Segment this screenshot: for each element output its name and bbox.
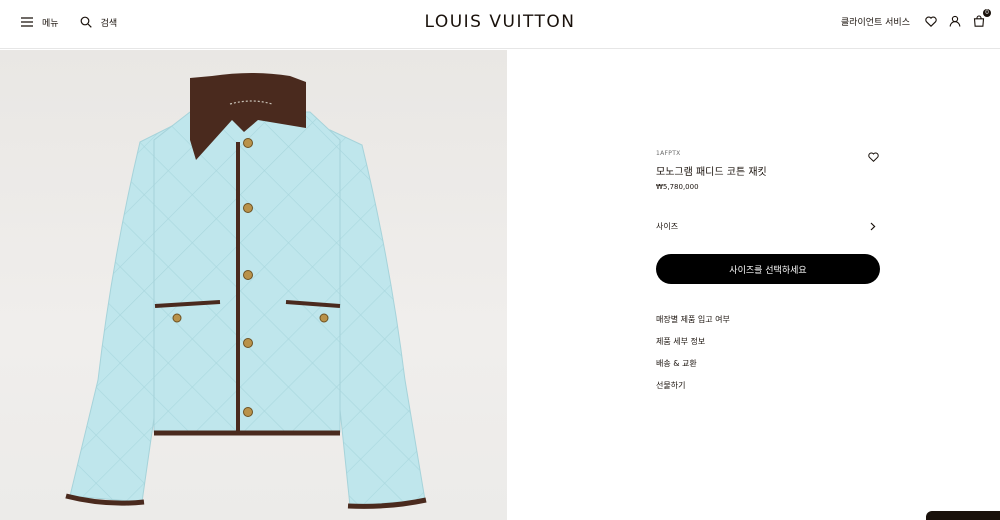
gift-link[interactable]: 선물하기 xyxy=(656,380,880,391)
jacket-illustration xyxy=(65,73,427,509)
product-details-link[interactable]: 제품 세부 정보 xyxy=(656,336,880,347)
wishlist-heart-icon[interactable] xyxy=(866,150,880,164)
heart-icon[interactable] xyxy=(924,14,938,28)
shipping-returns-link[interactable]: 배송 & 교환 xyxy=(656,358,880,369)
account-icon[interactable] xyxy=(948,14,962,28)
product-sku: 1AFPTX xyxy=(656,150,681,157)
select-size-button[interactable]: 사이즈를 선택하세요 xyxy=(656,254,880,284)
chevron-right-icon xyxy=(866,219,880,233)
store-availability-link[interactable]: 매장별 제품 입고 여부 xyxy=(656,314,880,325)
product-price: ₩5,780,000 xyxy=(656,183,699,191)
size-label: 사이즈 xyxy=(656,221,679,231)
client-service-link[interactable]: 클라이언트 서비스 xyxy=(841,15,910,28)
bag-count-badge: 0 xyxy=(983,9,991,17)
chat-button[interactable] xyxy=(926,511,1000,520)
product-info-links: 매장별 제품 입고 여부 제품 세부 정보 배송 & 교환 선물하기 xyxy=(656,314,880,391)
product-details: 1AFPTX 모노그램 패디드 코튼 재킷 ₩5,780,000 사이즈 사이즈… xyxy=(656,150,880,402)
header-right: 클라이언트 서비스 0 xyxy=(841,9,991,28)
product-name: 모노그램 패디드 코튼 재킷 xyxy=(656,167,767,178)
site-header: 메뉴 검색 LOUIS VUITTON 클라이언트 서비스 0 xyxy=(0,0,1000,49)
size-selector[interactable]: 사이즈 xyxy=(656,219,880,233)
shopping-bag-icon[interactable]: 0 xyxy=(972,9,991,28)
product-image[interactable] xyxy=(0,50,507,520)
